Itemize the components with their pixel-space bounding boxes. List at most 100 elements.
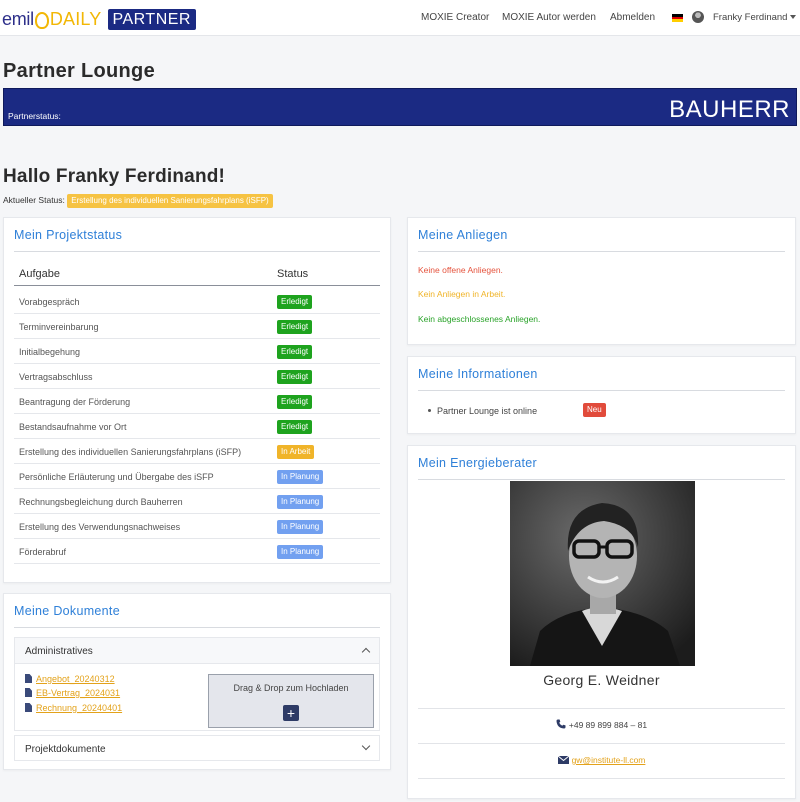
energieberater-card: Mein Energieberater Georg E. Weidner +49… [407,445,796,799]
divider [418,251,785,252]
partner-status-label: Partnerstatus: [8,111,61,121]
accordion-body: Angebot_20240312 EB-Vertrag_2024031 Rech… [15,664,379,732]
current-status-badge: Erstellung des individuellen Sanierungsf… [67,194,273,208]
task-name: Persönliche Erläuterung und Übergabe des… [19,472,214,482]
task-status-badge: Erledigt [277,345,313,359]
task-name: Initialbegehung [19,347,81,357]
partner-status-value: BAUHERR [669,96,790,123]
current-status-label: Aktueller Status: [3,195,65,205]
project-status-card: Mein Projektstatus Aufgabe Status Vorabg… [3,217,391,583]
user-name: Franky Ferdinand [713,12,788,23]
info-item-text: Partner Lounge ist online [437,406,538,416]
accordion-label: Administratives [25,646,93,657]
task-name: Erstellung des Verwendungsnachweises [19,522,181,532]
table-row: Erstellung des individuellen Sanierungsf… [14,439,380,464]
task-status-badge: Erledigt [277,420,313,434]
logo-emil-text: emil [2,8,34,29]
accordion-administratives: Administratives Angebot_20240312 EB-Vert… [14,637,380,731]
table-row: Vorabgespräch Erledigt [14,289,380,314]
upload-dropzone[interactable]: Drag & Drop zum Hochladen + [208,674,374,728]
document-name: EB-Vertrag_2024031 [36,688,121,698]
anliegen-card: Meine Anliegen Keine offene Anliegen. Ke… [407,217,796,345]
phone-icon [556,719,566,731]
consultant-name: Georg E. Weidner [543,672,660,688]
table-row: Vertragsabschluss Erledigt [14,364,380,389]
chevron-up-icon [361,647,371,657]
task-status-badge: Erledigt [277,320,313,334]
consultant-email[interactable]: gw@institute-ll.com [408,755,795,766]
nav-moxie-creator[interactable]: MOXIE Creator [421,12,489,23]
divider [418,479,785,480]
column-header-status: Status [277,268,309,280]
accordion-label: Projektdokumente [25,744,106,755]
document-link[interactable]: Rechnung_20240401 [25,703,122,713]
anliegen-title: Meine Anliegen [418,228,508,242]
anliegen-closed: Kein abgeschlossenes Anliegen. [418,314,541,324]
user-menu[interactable]: Franky Ferdinand [713,12,797,23]
divider [14,251,380,252]
table-row: Förderabruf In Planung [14,539,380,564]
document-link[interactable]: Angebot_20240312 [25,674,115,684]
task-status-badge: In Planung [277,495,324,509]
table-row: Beantragung der Förderung Erledigt [14,389,380,414]
table-row: Rechnungsbegleichung durch Bauherren In P… [14,489,380,514]
page-title: Partner Lounge [3,60,155,82]
task-name: Bestandsaufnahme vor Ort [19,422,127,432]
logo-partner-badge: PARTNER [107,8,196,30]
document-link[interactable]: EB-Vertrag_2024031 [25,688,120,698]
dropzone-text: Drag & Drop zum Hochladen [233,683,349,693]
file-icon [25,688,32,697]
document-name: Angebot_20240312 [36,674,115,684]
consultant-phone[interactable]: +49 89 899 884 – 81 [408,719,795,731]
task-status-badge: In Planung [277,545,324,559]
anliegen-open: Keine offene Anliegen. [418,265,503,275]
partner-status-banner: Partnerstatus: BAUHERR [3,88,797,126]
anliegen-in-progress: Kein Anliegen in Arbeit. [418,289,506,299]
german-flag-icon[interactable] [672,14,683,22]
greeting: Hallo Franky Ferdinand! [3,166,226,187]
task-name: Vorabgespräch [19,297,80,307]
table-header: Aufgabe Status [14,264,380,286]
info-item: Partner Lounge ist online [428,406,537,416]
divider [418,708,785,709]
brand-logo[interactable]: emil DAILY PARTNER [2,8,196,30]
table-row: Bestandsaufnahme vor Ort Erledigt [14,414,380,439]
bullet-icon [428,409,431,412]
consultant-photo [510,481,695,666]
logo-daily-text: DAILY [49,8,102,29]
chevron-down-icon [361,741,371,751]
task-status-badge: Erledigt [277,395,313,409]
new-badge: Neu [583,403,606,417]
upload-plus-button[interactable]: + [283,705,299,721]
accordion-header-projektdokumente[interactable]: Projektdokumente [15,736,379,762]
consultant-email-link[interactable]: gw@institute-ll.com [572,755,646,765]
task-name: Erstellung des individuellen Sanierungsf… [19,447,242,457]
current-status: Aktueller Status: Erstellung des individ… [3,194,273,208]
task-name: Förderabruf [19,547,67,557]
energieberater-title: Mein Energieberater [418,456,537,470]
column-header-aufgabe: Aufgabe [19,268,60,280]
divider [418,778,785,779]
task-status-badge: In Planung [277,520,324,534]
file-icon [25,674,32,683]
informationen-title: Meine Informationen [418,367,538,381]
project-status-title: Mein Projektstatus [14,228,123,242]
task-name: Rechnungsbegleichung durch Bauherren [19,497,183,507]
consultant-phone-text: +49 89 899 884 – 81 [568,720,648,730]
user-avatar[interactable] [692,11,704,23]
file-icon [25,703,32,712]
document-name: Rechnung_20240401 [36,703,123,713]
task-name: Vertragsabschluss [19,372,93,382]
nav-moxie-autor[interactable]: MOXIE Autor werden [502,12,596,23]
dokumente-card: Meine Dokumente Administratives Angebot_… [3,593,391,770]
nav-abmelden[interactable]: Abmelden [610,12,655,23]
task-name: Beantragung der Förderung [19,397,131,407]
informationen-card: Meine Informationen Partner Lounge ist o… [407,356,796,434]
accordion-projektdokumente: Projektdokumente [14,735,380,761]
top-navbar: emil DAILY PARTNER MOXIE Creator MOXIE A… [0,0,800,36]
table-row: Terminvereinbarung Erledigt [14,314,380,339]
lightbulb-icon [34,11,49,29]
table-row: Initialbegehung Erledigt [14,339,380,364]
divider [418,743,785,744]
accordion-header-administratives[interactable]: Administratives [15,638,379,664]
